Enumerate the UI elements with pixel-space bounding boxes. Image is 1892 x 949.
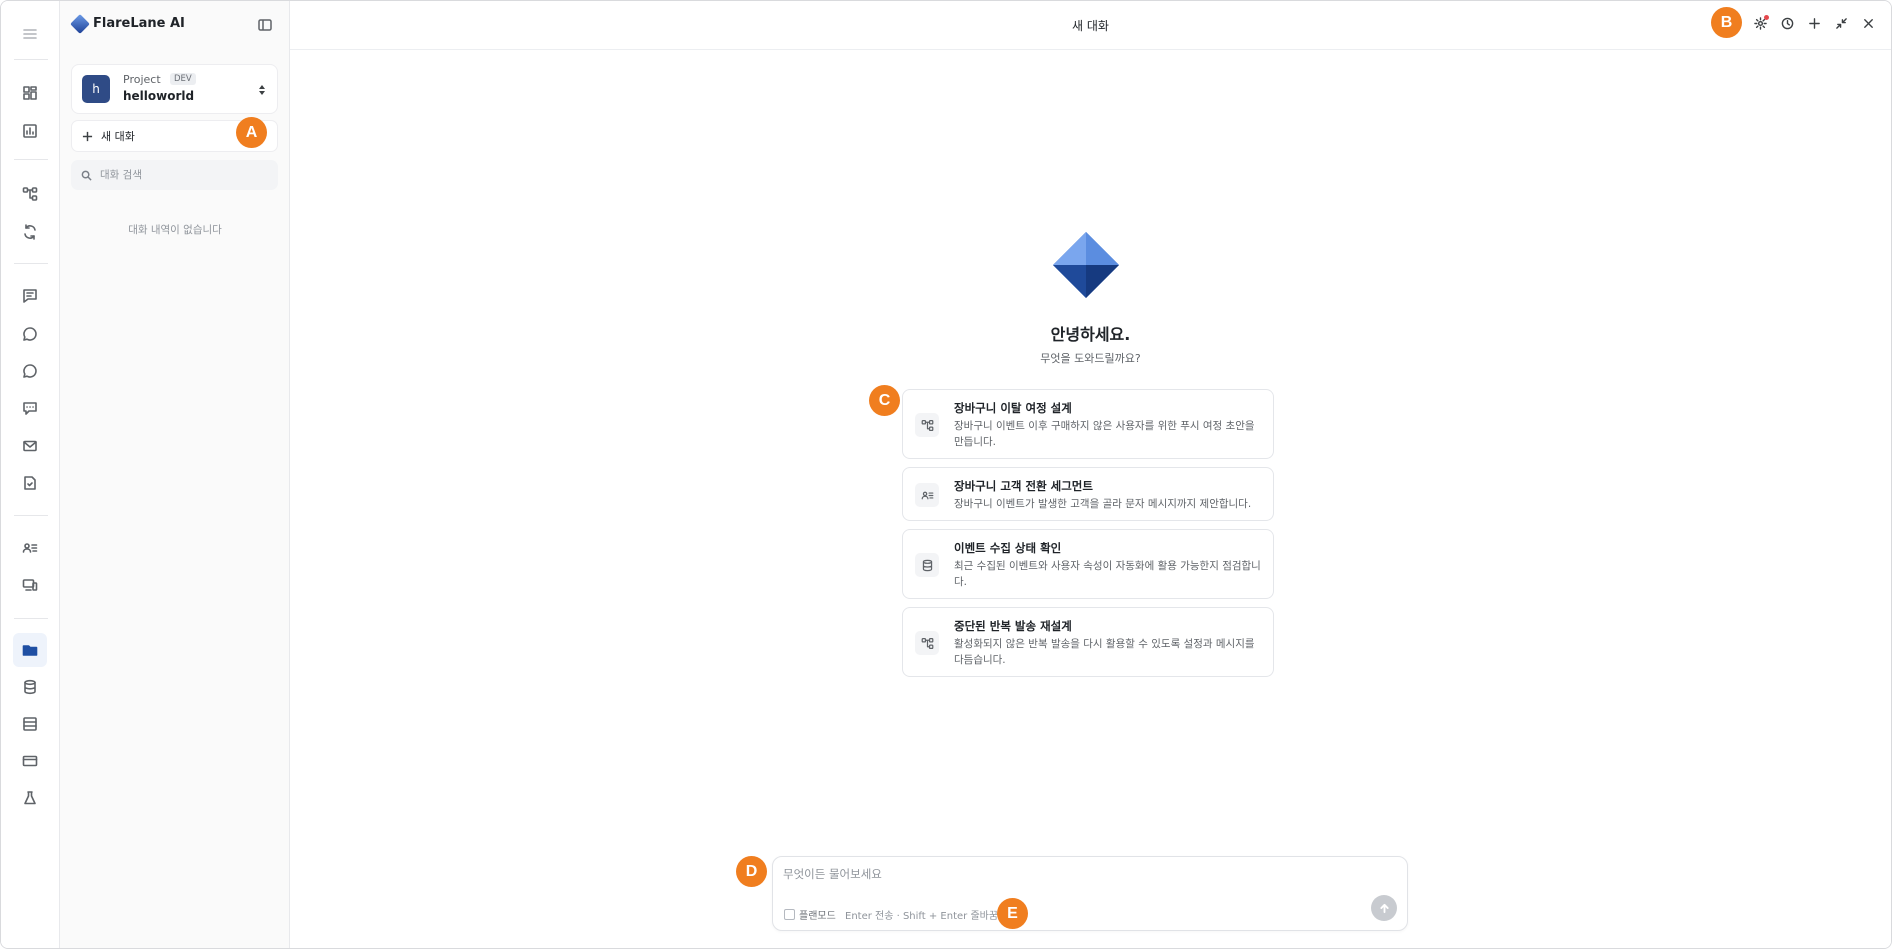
app-window: FlareLane AI h Project DEV helloworld 새 … — [0, 0, 1892, 949]
greeting-subtitle: 무엇을 도와드릴까요? — [1040, 352, 1141, 365]
flarelane-diamond-logo-icon — [1053, 232, 1119, 298]
suggestion-title: 장바구니 이탈 여정 설계 — [954, 401, 1072, 415]
table-icon[interactable] — [13, 707, 47, 741]
search-icon — [81, 170, 92, 181]
suggestion-description: 활성화되지 않은 반복 발송을 다시 활용할 수 있도록 설정과 메시지를 다듬… — [954, 638, 1255, 666]
plus-icon — [1809, 18, 1820, 29]
users-list-icon[interactable] — [13, 531, 47, 565]
chevron-up-down-icon — [257, 82, 267, 96]
rail-divider — [14, 59, 48, 60]
chat-icon[interactable] — [13, 317, 47, 351]
plan-mode-label: 플랜모드 — [799, 911, 836, 922]
project-selector[interactable]: h Project DEV helloworld — [71, 64, 278, 114]
suggestion-description: 장바구니 이벤트 이후 구매하지 않은 사용자를 위한 푸시 여정 초안을 만듭… — [954, 420, 1255, 448]
arrow-up-icon — [1379, 903, 1389, 913]
history-button[interactable] — [1779, 15, 1796, 32]
top-actions — [1752, 15, 1877, 32]
suggestion-title: 중단된 반복 발송 재설계 — [954, 619, 1072, 633]
annotation-marker-e: E — [997, 898, 1028, 929]
journey-icon[interactable] — [13, 177, 47, 211]
suggestion-card[interactable]: 중단된 반복 발송 재설계 활성화되지 않은 반복 발송을 다시 활용할 수 있… — [902, 607, 1274, 677]
annotation-marker-b: B — [1711, 7, 1742, 38]
annotation-marker-d: D — [736, 856, 767, 887]
dashboard-icon[interactable] — [13, 76, 47, 110]
sync-icon[interactable] — [13, 215, 47, 249]
rail-divider — [14, 618, 48, 619]
message-icon[interactable] — [13, 279, 47, 313]
new-chat-top-button[interactable] — [1806, 15, 1823, 32]
journey-icon — [915, 413, 939, 437]
rail-divider — [14, 159, 48, 160]
empty-history-text: 대화 내역이 없습니다 — [128, 224, 222, 236]
chat-main: 새 대화 안녕하세요. 무엇을 도와드릴까요? 장바구니 이탈 여정 설계 장바… — [290, 1, 1891, 948]
lab-flask-icon[interactable] — [13, 781, 47, 815]
collapse-arrows-icon — [1836, 18, 1847, 29]
billing-card-icon[interactable] — [13, 744, 47, 778]
menu-icon[interactable] — [13, 17, 47, 51]
chat-search — [71, 160, 278, 190]
icon-rail — [1, 1, 60, 948]
annotation-marker-a: A — [236, 117, 267, 148]
environment-badge: DEV — [170, 73, 196, 85]
send-button[interactable] — [1371, 895, 1397, 921]
suggestion-title: 이벤트 수집 상태 확인 — [954, 541, 1062, 555]
suggestion-card[interactable]: 장바구니 고객 전환 세그먼트 장바구니 이벤트가 발생한 고객을 골라 문자 … — [902, 467, 1274, 521]
suggestion-card[interactable]: 장바구니 이탈 여정 설계 장바구니 이벤트 이후 구매하지 않은 사용자를 위… — [902, 389, 1274, 459]
clock-icon — [1781, 17, 1794, 30]
suggestion-description: 장바구니 이벤트가 발생한 고객을 골라 문자 메시지까지 제안합니다. — [954, 498, 1252, 510]
close-button[interactable] — [1860, 15, 1877, 32]
minimize-button[interactable] — [1833, 15, 1850, 32]
notification-dot — [1764, 15, 1769, 20]
plan-mode-checkbox[interactable] — [784, 909, 795, 920]
page-title: 새 대화 — [1072, 19, 1109, 33]
keyboard-hint: Enter 전송 · Shift + Enter 줄바꿈 — [845, 911, 999, 922]
folder-icon[interactable] — [13, 633, 47, 667]
journey-icon — [915, 631, 939, 655]
close-icon — [1864, 19, 1873, 28]
suggestion-title: 장바구니 고객 전환 세그먼트 — [954, 479, 1093, 493]
chat-search-input[interactable] — [100, 169, 270, 181]
new-chat-label: 새 대화 — [101, 130, 135, 143]
inapp-message-icon[interactable] — [13, 391, 47, 425]
flarelane-logo-icon — [70, 13, 90, 34]
chat-bubble-icon[interactable] — [13, 354, 47, 388]
brand: FlareLane AI — [70, 13, 185, 34]
rail-divider — [14, 263, 48, 264]
document-icon[interactable] — [13, 466, 47, 500]
chat-input[interactable] — [783, 866, 1383, 888]
brand-title: FlareLane AI — [93, 16, 185, 31]
sidebar-toggle-icon[interactable] — [258, 17, 274, 33]
chat-composer: 플랜모드 Enter 전송 · Shift + Enter 줄바꿈 — [772, 856, 1408, 931]
suggestion-card[interactable]: 이벤트 수집 상태 확인 최근 수집된 이벤트와 사용자 속성이 자동화에 활용… — [902, 529, 1274, 599]
suggestion-description: 최근 수집된 이벤트와 사용자 속성이 자동화에 활용 가능한지 점검합니다. — [954, 560, 1261, 588]
devices-icon[interactable] — [13, 568, 47, 602]
mail-icon[interactable] — [13, 429, 47, 463]
users-list-icon — [915, 483, 939, 507]
annotation-marker-c: C — [869, 385, 900, 416]
greeting-heading: 안녕하세요. — [1050, 325, 1131, 344]
rail-divider — [14, 515, 48, 516]
settings-button[interactable] — [1752, 15, 1769, 32]
topbar: 새 대화 — [290, 1, 1891, 50]
project-label: Project — [123, 73, 161, 86]
analytics-icon[interactable] — [13, 114, 47, 148]
database-icon — [915, 553, 939, 577]
database-icon[interactable] — [13, 670, 47, 704]
project-avatar: h — [82, 75, 110, 103]
plus-icon — [82, 131, 93, 141]
project-name: helloworld — [123, 89, 195, 103]
